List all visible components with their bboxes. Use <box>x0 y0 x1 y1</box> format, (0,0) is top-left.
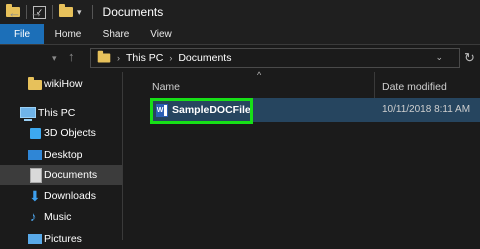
sidebar-item-music[interactable]: ♪ Music <box>0 207 122 227</box>
sidebar-item-documents[interactable]: Documents <box>0 165 122 185</box>
forward-arrow-icon[interactable]: → <box>30 5 43 20</box>
desktop-icon <box>28 150 42 160</box>
divider <box>0 44 480 45</box>
tab-view[interactable]: View <box>140 24 182 44</box>
up-arrow-icon[interactable]: ↑ <box>68 49 75 64</box>
breadcrumb-documents[interactable]: Documents <box>178 52 231 64</box>
window-title: Documents <box>102 5 164 19</box>
sidebar-item-pictures[interactable]: Pictures <box>0 229 122 249</box>
folder-icon <box>28 77 42 90</box>
address-bar[interactable]: › This PC › Documents ⌄ <box>90 48 460 68</box>
pane-divider[interactable] <box>122 72 123 240</box>
sidebar-item-wikihow[interactable]: wikiHow <box>0 74 122 94</box>
breadcrumb-this-pc[interactable]: This PC <box>126 52 163 64</box>
sidebar-item-label: This PC <box>38 107 76 119</box>
navigation-pane: wikiHow This PC 3D Objects Desktop Docum… <box>0 72 122 245</box>
sidebar-item-label: Documents <box>44 169 98 181</box>
sidebar-item-label: Music <box>44 211 72 223</box>
sidebar-item-label: wikiHow <box>44 78 83 90</box>
chevron-down-icon[interactable]: ⌄ <box>435 52 443 63</box>
new-folder-icon[interactable] <box>59 4 73 17</box>
computer-icon <box>20 107 36 121</box>
divider <box>26 5 27 19</box>
divider <box>91 5 93 19</box>
3d-objects-icon <box>30 128 41 139</box>
tab-file[interactable]: File <box>0 24 44 44</box>
sidebar-item-desktop[interactable]: Desktop <box>0 145 122 165</box>
sidebar-item-label: Pictures <box>44 233 82 245</box>
sidebar-item-downloads[interactable]: ⬇ Downloads <box>0 186 122 206</box>
tab-share[interactable]: Share <box>92 24 140 44</box>
sidebar-item-label: 3D Objects <box>44 127 96 139</box>
customize-toolbar-icon[interactable]: ▾ <box>77 7 82 18</box>
music-icon: ♪ <box>30 209 37 224</box>
documents-icon <box>30 168 42 183</box>
downloads-icon: ⬇ <box>29 188 41 204</box>
back-arrow-icon[interactable]: ← <box>8 5 21 20</box>
sidebar-item-this-pc[interactable]: This PC <box>0 103 122 123</box>
refresh-icon[interactable]: ↻ <box>464 50 475 66</box>
sort-ascending-icon: ^ <box>257 70 262 80</box>
pictures-icon <box>28 234 42 244</box>
sidebar-item-label: Desktop <box>44 149 83 161</box>
sidebar-item-3d-objects[interactable]: 3D Objects <box>0 123 122 143</box>
file-date-modified: 10/11/2018 8:11 AM <box>382 104 471 115</box>
highlight-box <box>150 98 253 124</box>
chevron-right-icon[interactable]: › <box>169 53 172 63</box>
ribbon-tabs: File Home Share View <box>0 24 480 44</box>
folder-icon <box>97 50 111 63</box>
chevron-right-icon[interactable]: › <box>117 53 120 63</box>
title-bar: ✓ ▾ Documents <box>0 0 480 24</box>
recent-locations-chevron-icon[interactable]: ▾ <box>52 53 57 64</box>
divider <box>52 5 53 19</box>
tab-home[interactable]: Home <box>44 24 92 44</box>
sidebar-item-label: Downloads <box>44 190 96 202</box>
